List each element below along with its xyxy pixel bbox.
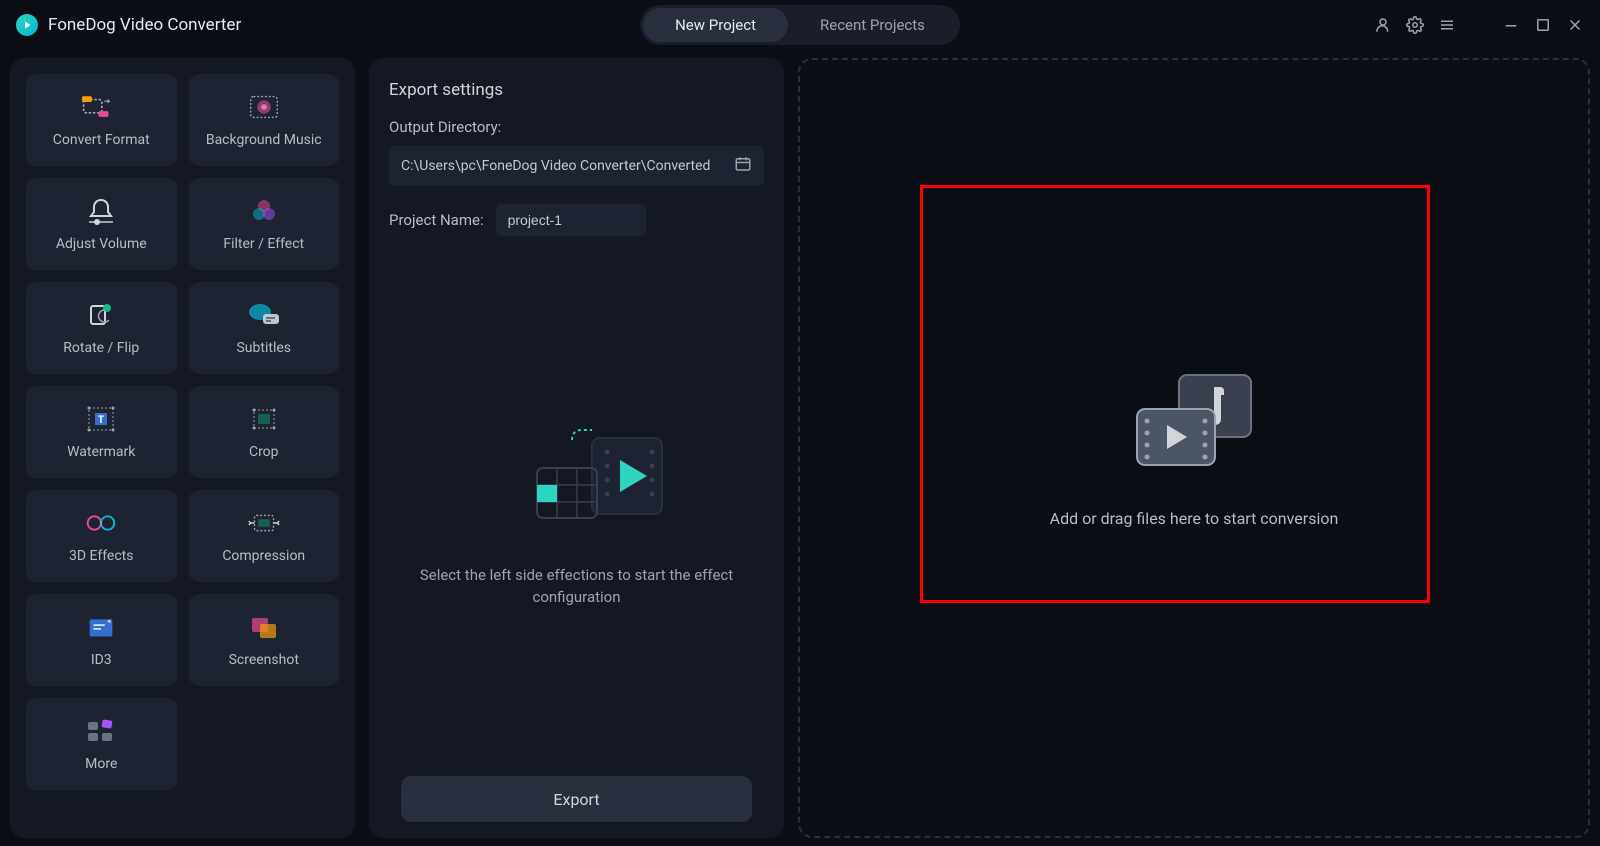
tool-label: Subtitles (236, 340, 291, 356)
tool-label: Compression (222, 548, 305, 564)
compression-icon (245, 508, 283, 538)
convert-format-icon (82, 92, 120, 122)
tool-label: 3D Effects (69, 548, 134, 564)
export-button[interactable]: Export (401, 776, 752, 822)
tool-more[interactable]: More (26, 698, 177, 790)
effect-placeholder-icon (477, 420, 677, 530)
tool-label: Watermark (67, 444, 135, 460)
drop-hint-text: Add or drag files here to start conversi… (1050, 509, 1339, 528)
tool-adjust-volume[interactable]: Adjust Volume (26, 178, 177, 270)
filter-effect-icon (245, 196, 283, 226)
tool-watermark[interactable]: T Watermark (26, 386, 177, 478)
tool-label: More (85, 756, 117, 772)
main-layout: Convert Format Background Music Adjust V… (0, 50, 1600, 846)
tool-label: ID3 (91, 652, 112, 668)
app-logo-icon (16, 14, 38, 36)
tab-recent-projects[interactable]: Recent Projects (788, 8, 957, 42)
more-icon (82, 716, 120, 746)
tool-rotate-flip[interactable]: Rotate / Flip (26, 282, 177, 374)
output-dir-label: Output Directory: (389, 118, 764, 136)
project-name-input[interactable] (496, 204, 646, 236)
close-icon[interactable] (1566, 16, 1584, 34)
tool-label: Convert Format (53, 132, 150, 148)
rotate-flip-icon (82, 300, 120, 330)
app-title: FoneDog Video Converter (16, 14, 241, 36)
tool-label: Rotate / Flip (63, 340, 139, 356)
tool-filter-effect[interactable]: Filter / Effect (189, 178, 340, 270)
titlebar: FoneDog Video Converter New Project Rece… (0, 0, 1600, 50)
tool-3d-effects[interactable]: 3D Effects (26, 490, 177, 582)
watermark-icon: T (82, 404, 120, 434)
screenshot-icon (245, 612, 283, 642)
tab-new-project[interactable]: New Project (643, 8, 788, 42)
export-panel: Export settings Output Directory: C:\Use… (369, 58, 784, 838)
crop-icon (245, 404, 283, 434)
window-controls (1374, 16, 1584, 34)
tool-background-music[interactable]: Background Music (189, 74, 340, 166)
output-dir-field[interactable]: C:\Users\pc\FoneDog Video Converter\Conv… (389, 146, 764, 186)
menu-icon[interactable] (1438, 16, 1456, 34)
tool-label: Screenshot (229, 652, 299, 668)
tool-sidebar: Convert Format Background Music Adjust V… (10, 58, 355, 838)
tool-label: Crop (249, 444, 279, 460)
drop-zone-icon (1129, 369, 1259, 469)
app-title-text: FoneDog Video Converter (48, 15, 241, 35)
3d-effects-icon (82, 508, 120, 538)
adjust-volume-icon (82, 196, 120, 226)
top-tabs: New Project Recent Projects (640, 5, 960, 45)
effect-hint-text: Select the left side effections to start… (417, 564, 737, 609)
tool-subtitles[interactable]: Subtitles (189, 282, 340, 374)
project-name-label: Project Name: (389, 211, 484, 229)
background-music-icon (245, 92, 283, 122)
id3-icon (82, 612, 120, 642)
drop-content: Add or drag files here to start conversi… (1050, 369, 1339, 528)
maximize-icon[interactable] (1534, 16, 1552, 34)
tool-label: Filter / Effect (223, 236, 304, 252)
export-title: Export settings (389, 80, 764, 100)
tool-label: Adjust Volume (56, 236, 147, 252)
file-drop-zone[interactable]: Add or drag files here to start conversi… (798, 58, 1590, 838)
tool-convert-format[interactable]: Convert Format (26, 74, 177, 166)
project-name-row: Project Name: (389, 204, 764, 236)
output-dir-value: C:\Users\pc\FoneDog Video Converter\Conv… (401, 158, 710, 174)
tool-screenshot[interactable]: Screenshot (189, 594, 340, 686)
subtitles-icon (245, 300, 283, 330)
user-icon[interactable] (1374, 16, 1392, 34)
browse-folder-icon[interactable] (734, 155, 752, 177)
tool-label: Background Music (206, 132, 322, 148)
effect-placeholder: Select the left side effections to start… (389, 252, 764, 776)
minimize-icon[interactable] (1502, 16, 1520, 34)
svg-text:T: T (98, 415, 104, 426)
tool-id3[interactable]: ID3 (26, 594, 177, 686)
tool-crop[interactable]: Crop (189, 386, 340, 478)
tool-compression[interactable]: Compression (189, 490, 340, 582)
gear-icon[interactable] (1406, 16, 1424, 34)
